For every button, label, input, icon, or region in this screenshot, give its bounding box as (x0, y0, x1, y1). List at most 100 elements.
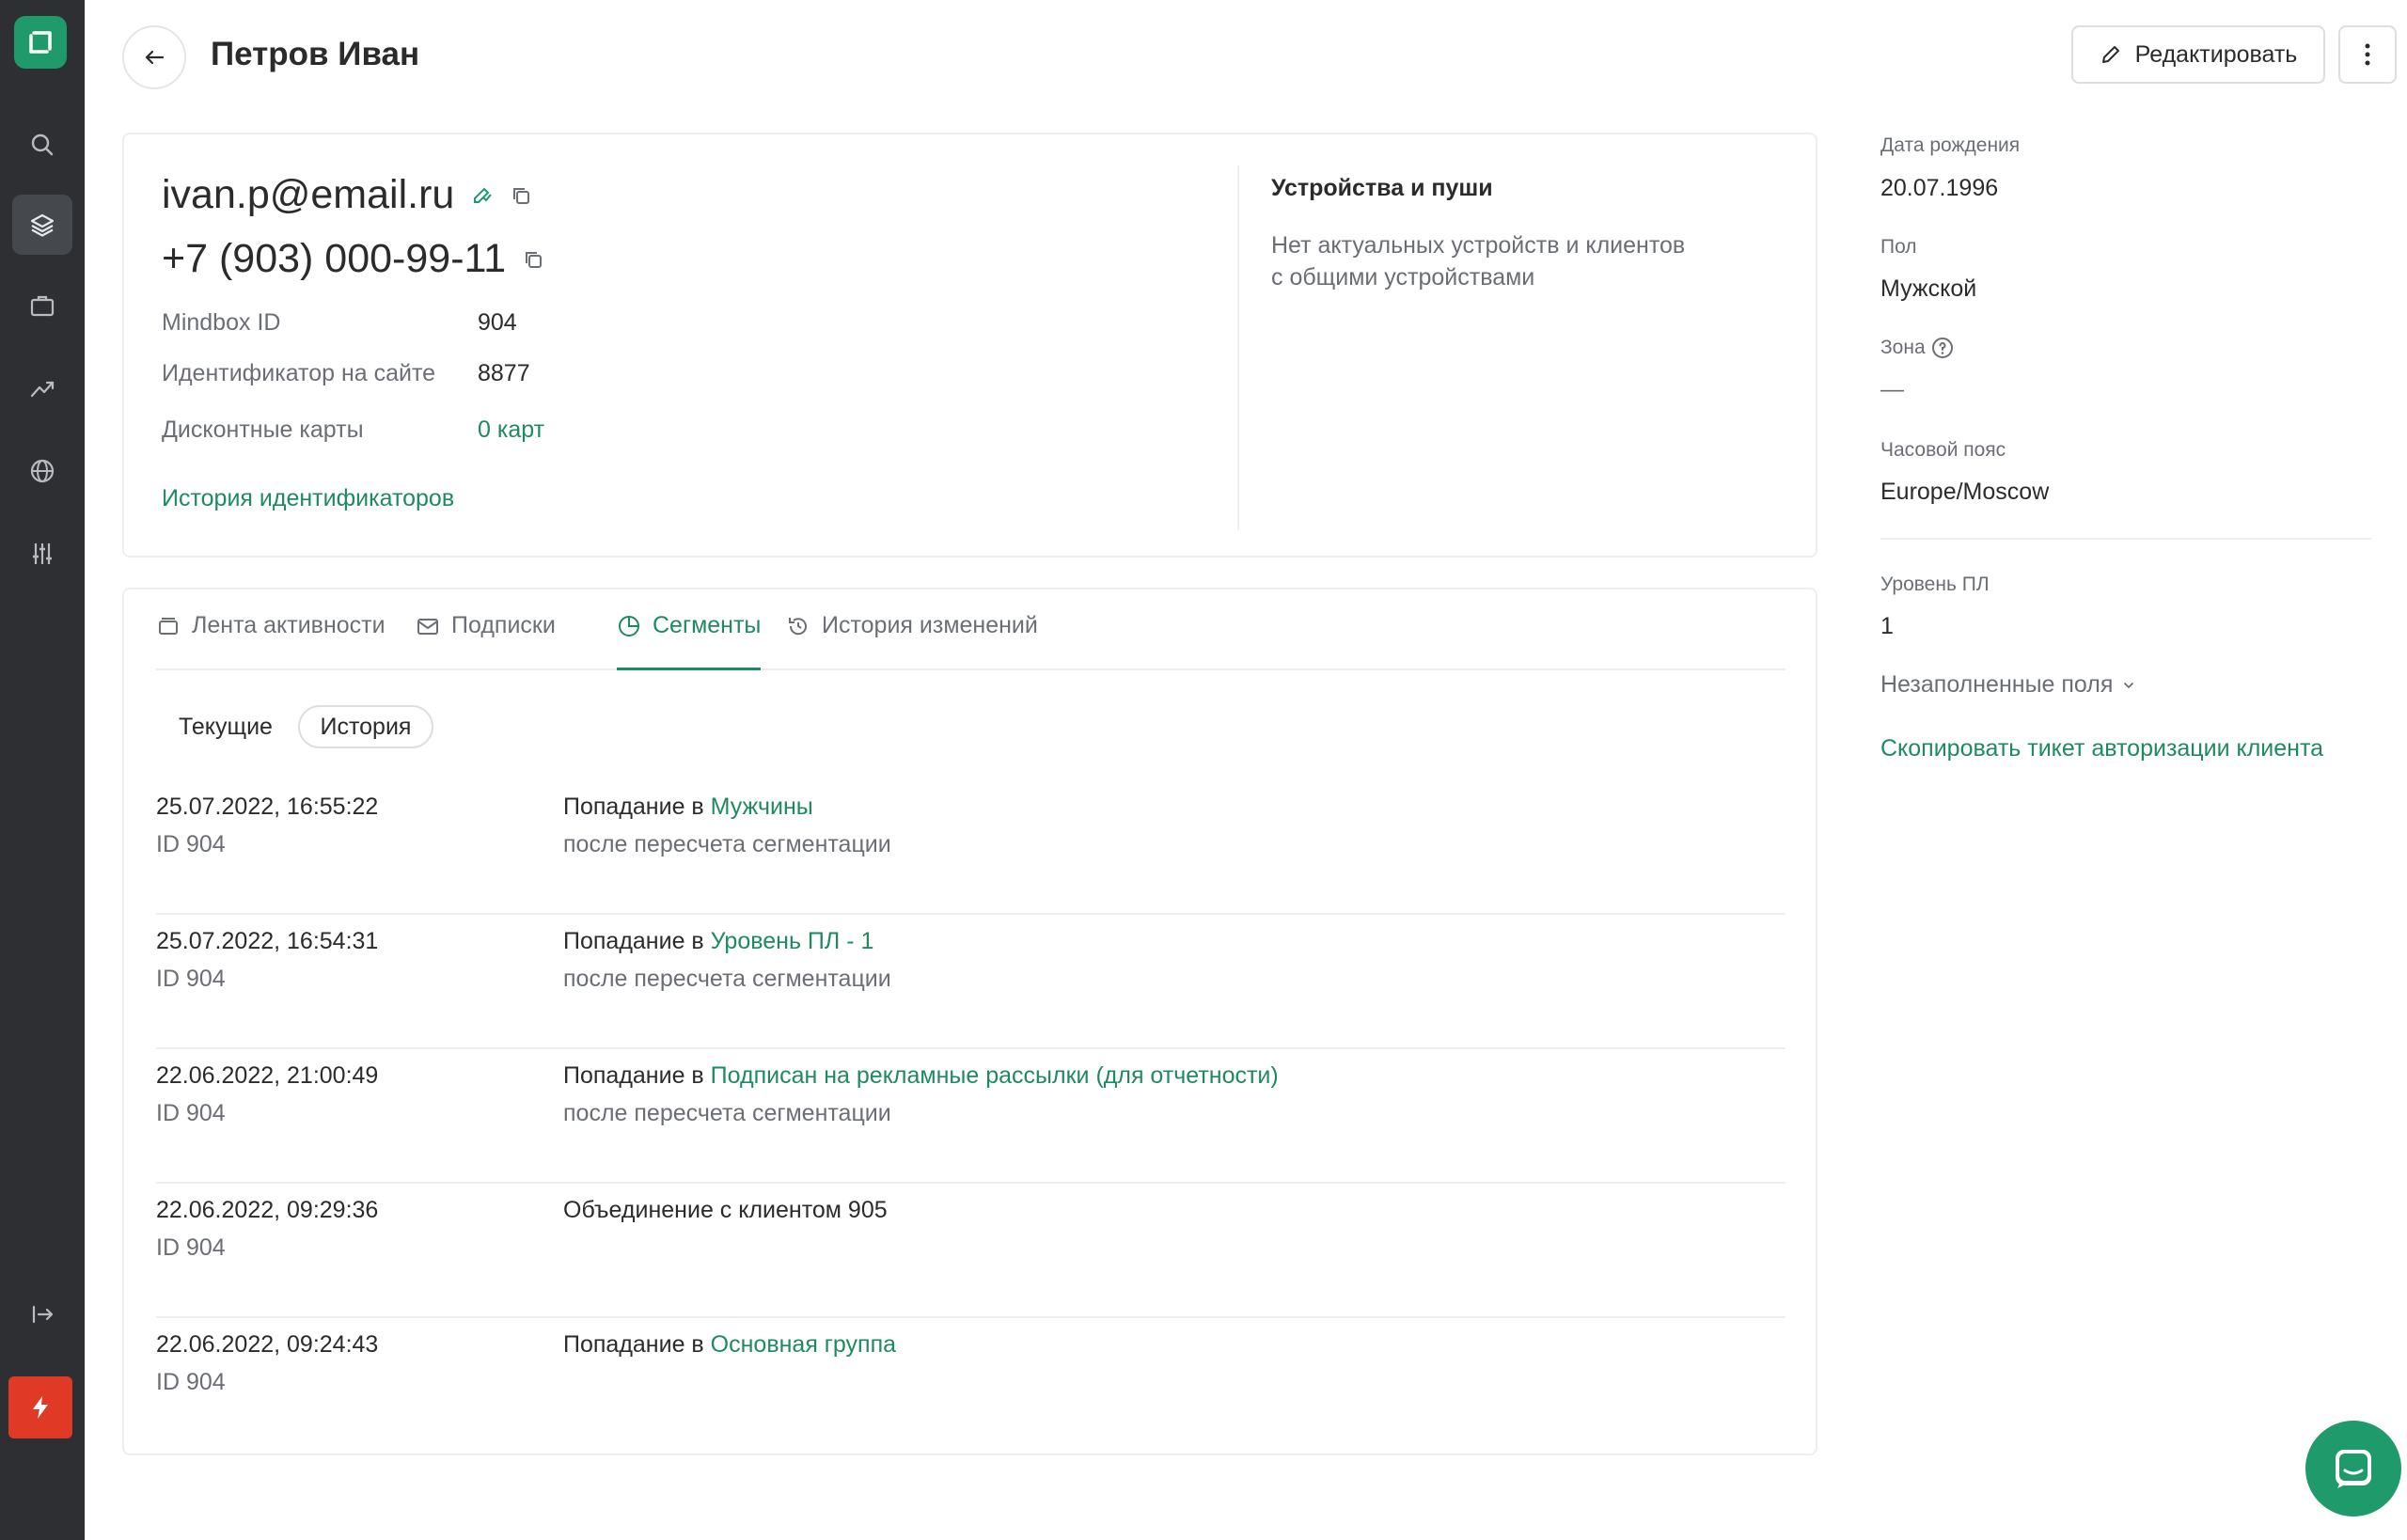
event-id: ID 904 (156, 1234, 226, 1261)
zone-value: — (1880, 376, 1904, 402)
quick-actions-button[interactable] (8, 1376, 72, 1438)
timezone-label: Часовой пояс (1880, 439, 2006, 461)
devices-text: Нет актуальных устройств и клиентов с об… (1271, 229, 1741, 293)
event-title: Попадание в Мужчины (563, 794, 813, 821)
edit-button-label: Редактировать (2134, 40, 2298, 68)
help-icon[interactable] (1931, 337, 1954, 359)
more-options-button[interactable] (2338, 25, 2397, 84)
event-subtitle: после пересчета сегментации (563, 966, 891, 992)
zone-label: Зона (1880, 337, 1954, 359)
birth-date-label: Дата рождения (1880, 134, 2021, 156)
tab-change-history[interactable]: История изменений (786, 612, 1038, 670)
event-title: Объединение с клиентом 905 (563, 1197, 888, 1224)
briefcase-icon (30, 295, 55, 317)
event-segment-link[interactable]: Мужчины (711, 794, 813, 820)
edit-button[interactable]: Редактировать (2071, 25, 2325, 84)
tab-activity-feed[interactable]: Лента активности (156, 612, 385, 670)
event-row: 25.07.2022, 16:55:22 ID 904 Попадание в … (156, 780, 1786, 915)
gender-value: Мужской (1880, 275, 1977, 302)
back-button[interactable] (122, 25, 186, 89)
zone-label-text: Зона (1880, 337, 1926, 358)
event-prefix: Попадание в (563, 1331, 704, 1358)
event-title: Попадание в Основная группа (563, 1331, 896, 1359)
tab-activity-feed-label: Лента активности (192, 612, 385, 638)
nav-globe[interactable] (12, 441, 72, 501)
lightning-icon (33, 1396, 48, 1419)
event-prefix: Попадание в (563, 794, 704, 820)
contact-card: ivan.p@email.ru +7 (903) 000-99-11 Mindb… (122, 133, 1817, 558)
event-id: ID 904 (156, 1100, 226, 1126)
tab-bar: Лента активности Подписки Сегменты Истор… (156, 589, 1786, 670)
event-id: ID 904 (156, 831, 226, 857)
chat-button[interactable] (2305, 1421, 2401, 1516)
loyalty-level-label: Уровень ПЛ (1880, 574, 1990, 595)
event-segment-link[interactable]: Уровень ПЛ - 1 (711, 928, 874, 954)
identifier-history-link[interactable]: История идентификаторов (162, 485, 454, 512)
phone-row: +7 (903) 000-99-11 (162, 236, 545, 282)
panel-divider (1880, 538, 2371, 540)
activity-card: Лента активности Подписки Сегменты Истор… (122, 588, 1817, 1455)
app-logo[interactable] (14, 16, 67, 69)
globe-icon (30, 459, 55, 483)
event-prefix: Попадание в (563, 1062, 704, 1089)
event-row: 22.06.2022, 21:00:49 ID 904 Попадание в … (156, 1049, 1786, 1184)
sliders-icon (33, 543, 52, 564)
mindbox-id-value: 904 (478, 309, 517, 336)
loyalty-level-value: 1 (1880, 613, 1894, 639)
event-row: 25.07.2022, 16:54:31 ID 904 Попадание в … (156, 915, 1786, 1049)
event-title: Попадание в Подписан на рекламные рассыл… (563, 1062, 1279, 1090)
event-row: 22.06.2022, 09:24:43 ID 904 Попадание в … (156, 1318, 1786, 1453)
nav-layers[interactable] (12, 195, 72, 255)
tab-segments-label: Сегменты (653, 612, 762, 638)
devices-text-line2: с общими устройствами (1271, 264, 1535, 291)
discount-cards-label: Дисконтные карты (162, 416, 364, 443)
event-date: 22.06.2022, 21:00:49 (156, 1062, 379, 1089)
pie-chart-icon (619, 616, 639, 636)
event-row: 22.06.2022, 09:29:36 ID 904 Объединение … (156, 1184, 1786, 1318)
verified-icon[interactable] (469, 183, 494, 208)
tab-segments[interactable]: Сегменты (617, 612, 762, 670)
discount-cards-link[interactable]: 0 карт (478, 416, 544, 444)
event-prefix: Объединение с клиентом 905 (563, 1197, 888, 1223)
copy-auth-ticket-link[interactable]: Скопировать тикет авторизации клиента (1880, 735, 2323, 762)
devices-title: Устройства и пуши (1271, 175, 1493, 201)
card-divider (1237, 165, 1239, 530)
event-date: 22.06.2022, 09:29:36 (156, 1197, 379, 1223)
phone-value: +7 (903) 000-99-11 (162, 236, 507, 281)
logout-icon (32, 1305, 54, 1324)
subtab-current[interactable]: Текущие (156, 705, 295, 748)
event-segment-link[interactable]: Основная группа (711, 1331, 896, 1358)
pencil-icon (2101, 46, 2119, 63)
nav-analytics[interactable] (12, 358, 72, 418)
email-value: ivan.p@email.ru (162, 172, 455, 217)
subtab-history[interactable]: История (298, 705, 433, 748)
copy-phone-icon[interactable] (521, 247, 545, 272)
layers-icon (30, 213, 55, 237)
event-segment-link[interactable]: Подписан на рекламные рассылки (для отче… (711, 1062, 1279, 1089)
empty-fields-toggle[interactable]: Незаполненные поля (1880, 671, 2135, 699)
copy-email-icon[interactable] (509, 183, 533, 208)
birth-date-value: 20.07.1996 (1880, 175, 1999, 201)
timezone-value: Europe/Moscow (1880, 479, 2050, 505)
event-date: 25.07.2022, 16:54:31 (156, 928, 379, 954)
event-subtitle: после пересчета сегментации (563, 1100, 891, 1126)
trending-up-icon (30, 381, 55, 398)
tab-subscriptions[interactable]: Подписки (416, 612, 556, 670)
chevron-down-icon (2124, 682, 2134, 688)
event-subtitle: после пересчета сегментации (563, 831, 891, 857)
nav-briefcase[interactable] (12, 275, 72, 336)
devices-text-line1: Нет актуальных устройств и клиентов (1271, 232, 1686, 259)
tab-subscriptions-label: Подписки (451, 612, 556, 638)
site-id-label: Идентификатор на сайте (162, 360, 436, 386)
event-prefix: Попадание в (563, 928, 704, 954)
event-title: Попадание в Уровень ПЛ - 1 (563, 928, 873, 955)
empty-fields-label: Незаполненные поля (1880, 671, 2114, 698)
history-icon (789, 618, 807, 636)
tab-change-history-label: История изменений (822, 612, 1038, 638)
feed-icon (159, 618, 178, 635)
nav-settings[interactable] (12, 524, 72, 584)
more-vertical-icon (2365, 43, 2370, 66)
nav-logout[interactable] (12, 1284, 72, 1344)
gender-label: Пол (1880, 236, 1917, 258)
nav-search[interactable] (12, 115, 72, 175)
